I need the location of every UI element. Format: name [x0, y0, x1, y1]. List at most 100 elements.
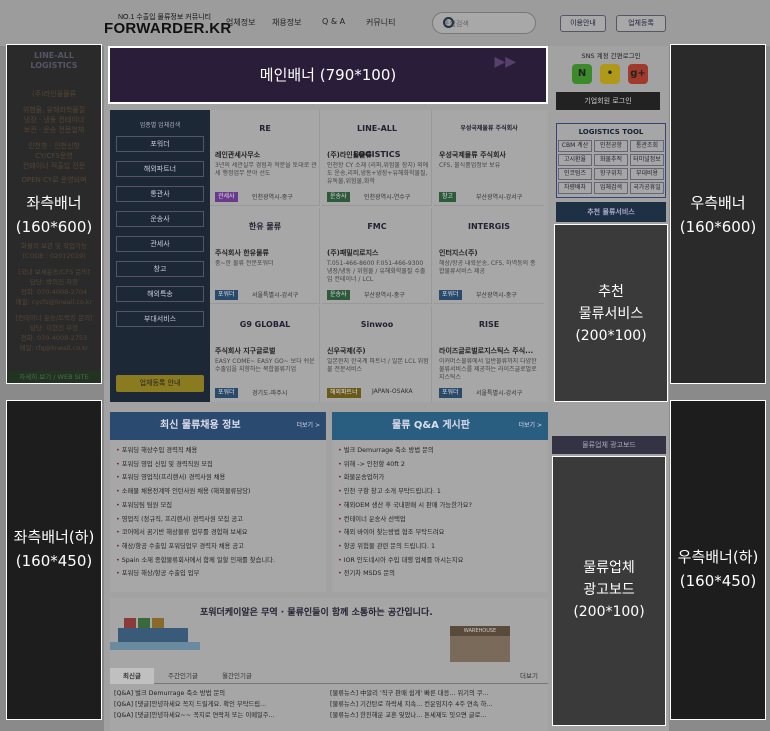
naver-login-icon[interactable]: N: [572, 64, 592, 84]
tab-weekly-popular[interactable]: 주간인기글: [158, 668, 208, 684]
tool-national-holidays[interactable]: 국가공휴일: [630, 182, 664, 194]
tool-port-location[interactable]: 항구위치: [594, 168, 628, 180]
tool-company-search[interactable]: 업체검색: [594, 182, 628, 194]
list-item[interactable]: 벌크 Demurrage 축소 방법 문의: [338, 444, 546, 458]
company-logo: RE: [259, 124, 271, 133]
nav-company-info[interactable]: 업체정보: [226, 17, 255, 28]
list-item[interactable]: 화물운송업허가: [338, 471, 546, 485]
list-item[interactable]: 위해 -> 인천항 40ft 2: [338, 458, 546, 472]
search-icon[interactable]: [443, 17, 454, 28]
tool-incheon-airport[interactable]: 인천공항: [594, 140, 628, 152]
logistics-tool-title: LOGISTICS TOOL: [578, 128, 644, 136]
category-customs-button[interactable]: 통관사: [116, 186, 204, 202]
list-item[interactable]: 해외OEM 생산 후 국내판매 시 판매 가능한가요?: [338, 499, 546, 513]
list-item[interactable]: [Q&A] [댓글]안녕하세요 꼭지 드릴게요. 확인 부탁드립...: [114, 699, 324, 710]
left-ad-line: 화물의 보관 및 작업가능: [21, 242, 87, 250]
category-warehouse-button[interactable]: 창고: [116, 261, 204, 277]
recommended-services-header: 추천 물류서비스: [556, 202, 666, 222]
business-member-login-button[interactable]: 기업회원 로그인: [556, 92, 660, 110]
left-ad-website-link[interactable]: 자세히 보기 / WEB SITE: [7, 371, 101, 383]
company-logo: 한유 물류: [248, 222, 282, 231]
list-item[interactable]: Spain 소재 종합물류회사에서 함께 일할 인재를 찾습니다.: [116, 554, 324, 568]
company-name: 주식회사 한유물류: [215, 249, 269, 257]
left-top-banner[interactable]: LINE-ALL LOGISTICS (주)라인올물류 위험물, 유해화학물질 냉…: [6, 44, 102, 384]
category-extra-services-button[interactable]: 부대서비스: [116, 311, 204, 327]
company-card[interactable]: LINE-ALL LOGISTICS (주)라인올물류 인천항 CY 소재 (리…: [322, 110, 432, 206]
left-bottom-banner[interactable]: 좌측배너(하) (160*450): [6, 400, 102, 720]
company-card[interactable]: 우성국제물류 주식회사 우성국제물류 주식회사 CFS, 물식품업정보 보유 창…: [434, 110, 544, 206]
list-item[interactable]: 포워딩 영업 신입 및 경력직원 모집: [116, 458, 324, 472]
tab-monthly-popular[interactable]: 월간인기글: [212, 668, 262, 684]
list-item[interactable]: 해외 바이어 찾는방법 협조 부탁드려요: [338, 526, 546, 540]
list-item[interactable]: IOR 인도네시아 수입 대행 업체를 아시는지요: [338, 554, 546, 568]
lineall-logo-icon: LINE-ALL LOGISTICS: [30, 51, 78, 70]
category-transport-button[interactable]: 운송사: [116, 211, 204, 227]
right-top-banner[interactable]: 우측배너 (160*600): [670, 44, 766, 384]
list-item[interactable]: 포워딩팀 팀원 모집: [116, 499, 324, 513]
company-card[interactable]: Sinwoo 신우국제(주) 일본현지 한국계 파트너 / 일본 LCL 위험물…: [322, 306, 432, 402]
register-company-button[interactable]: 업체등록: [616, 15, 666, 32]
left-ad-line: [국내 보세운송/CFS 문의]: [18, 268, 90, 276]
list-item[interactable]: 해상/항공 수출입 포워딩업무 경력자 채용 공고: [116, 540, 324, 554]
nav-qa[interactable]: Q & A: [322, 17, 345, 26]
list-item[interactable]: [물류뉴스] 한진해운 교훈 잊었나... 톤세제도 잇으면 글로...: [330, 710, 546, 721]
company-card[interactable]: G9 GLOBAL 주식회사 지구글로벌 EASY COME~ EASY GO~…: [210, 306, 320, 402]
company-register-guide-button[interactable]: 업체등록 안내: [116, 375, 204, 392]
company-location: 인천광역시-연수구: [364, 194, 411, 201]
tool-exchange-rate[interactable]: 고시환율: [558, 154, 592, 166]
recommended-services-banner[interactable]: 추천 물류서비스 (200*100): [554, 224, 668, 402]
company-card[interactable]: RE 레인관세사무소 3년의 세관실무 경험과 학문을 토대로 관세 행정업무 …: [210, 110, 320, 206]
company-name: 주식회사 지구글로벌: [215, 347, 276, 355]
main-banner[interactable]: ▶▶ 메인배너 (790*100): [108, 46, 548, 104]
left-ad-line: 보관 · 운송 전문업체: [23, 126, 85, 134]
list-item[interactable]: 전기차 MSDS 문의: [338, 567, 546, 581]
company-card[interactable]: FMC (주)패밀리로지스 T.051-466-8600 F.051-466-9…: [322, 208, 432, 304]
company-card[interactable]: RISE 라이즈글로벌로지스틱스 주식... 이커머스물류에서 일반물류까지 다…: [434, 306, 544, 402]
category-forwarder-button[interactable]: 포워더: [116, 136, 204, 152]
qa-title: 물류 Q&A 게시판: [392, 420, 470, 431]
nav-jobs[interactable]: 채용정보: [272, 17, 301, 28]
list-item[interactable]: [물류뉴스] 기간탄로 하락세 지속... 컨운임지수 4주 연속 하...: [330, 699, 546, 710]
google-login-icon[interactable]: g+: [628, 64, 648, 84]
company-card[interactable]: INTERGIS 인터지스(주) 해상/항공 내륙운송, CFS, 하역등의 종…: [434, 208, 544, 304]
company-card[interactable]: 한유 물류 주식회사 한유물류 중~한 물류 전문포워더 포워더 서울특별시-강…: [210, 208, 320, 304]
right-bottom-banner[interactable]: 우측배너(하) (160*450): [670, 400, 766, 720]
list-item[interactable]: 소매물 채용전계약 인턴사원 채용 (해외물류담당): [116, 485, 324, 499]
guide-button[interactable]: 이용안내: [560, 15, 606, 32]
tool-cbm-calc[interactable]: CBM 계산: [558, 140, 592, 152]
tool-vehicle-dispatch[interactable]: 차량배차: [558, 182, 592, 194]
search-input[interactable]: 통합검색: [432, 12, 536, 34]
list-item[interactable]: 컨테이너 운송사 선택업: [338, 513, 546, 527]
left-ad-line: 인천항 · 인천신항: [28, 142, 80, 150]
list-item[interactable]: [Q&A] [댓글]안녕하세요~~ 꼭지로 연락처 또는 이메일주...: [114, 710, 324, 721]
list-item[interactable]: [물류뉴스] 中알리 '직구 판매 쉼게' 빠른 대응... 위기의 쿠...: [330, 688, 546, 699]
list-item[interactable]: 포워딩 해상/항공 수출입 업무: [116, 567, 324, 581]
community-tabs: 최신글 주간인기글 월간인기글 더보기: [110, 668, 548, 684]
community-more-link[interactable]: 더보기: [514, 668, 544, 684]
tool-customs-lookup[interactable]: 통관조회: [630, 140, 664, 152]
list-item[interactable]: 항공 위험물 관련 문의 드립니다. 1: [338, 540, 546, 554]
list-item[interactable]: 포워딩 해상수입 경력직 채용: [116, 444, 324, 458]
tab-latest[interactable]: 최신글: [110, 668, 154, 684]
category-overseas-partner-button[interactable]: 해외파트너: [116, 161, 204, 177]
qa-more-link[interactable]: 더보기 >: [519, 412, 543, 440]
ad-board-line: 물류업체: [583, 560, 635, 576]
list-item[interactable]: 인천 구항 창고 소개 부탁드립니다. 1: [338, 485, 546, 499]
list-item[interactable]: 영업직 (정규직, 프리랜서) 경력사원 모집 공고: [116, 513, 324, 527]
category-customs-broker-button[interactable]: 관세사: [116, 236, 204, 252]
list-item[interactable]: [Q&A] 벌크 Demurrage 축소 방법 문의: [114, 688, 324, 699]
tool-extra-costs[interactable]: 부대비용: [630, 168, 664, 180]
left-ad-line: 위험물, 유해화학물질: [22, 106, 86, 114]
ad-board-banner[interactable]: 물류업체 광고보드 (200*100): [552, 456, 666, 726]
kakao-login-icon[interactable]: •: [600, 64, 620, 84]
jobs-more-link[interactable]: 더보기 >: [297, 412, 321, 440]
list-item[interactable]: 포워딩 영업직(프리랜서) 경력사원 채용: [116, 471, 324, 485]
list-item[interactable]: 코어에서 꿈기반 해상물류 업무를 경험해 보세요: [116, 526, 324, 540]
tool-cargo-tracking[interactable]: 화물추적: [594, 154, 628, 166]
site-logo[interactable]: NO.1 수출입 물류정보 커뮤니티 FORWARDER.KR: [104, 10, 231, 40]
category-express-button[interactable]: 해외특송: [116, 286, 204, 302]
tool-terminal-info[interactable]: 터미널정보: [630, 154, 664, 166]
company-category-badge: 운송사: [327, 290, 350, 300]
nav-community[interactable]: 커뮤니티: [366, 17, 395, 28]
tool-incoterms[interactable]: 인코텀즈: [558, 168, 592, 180]
